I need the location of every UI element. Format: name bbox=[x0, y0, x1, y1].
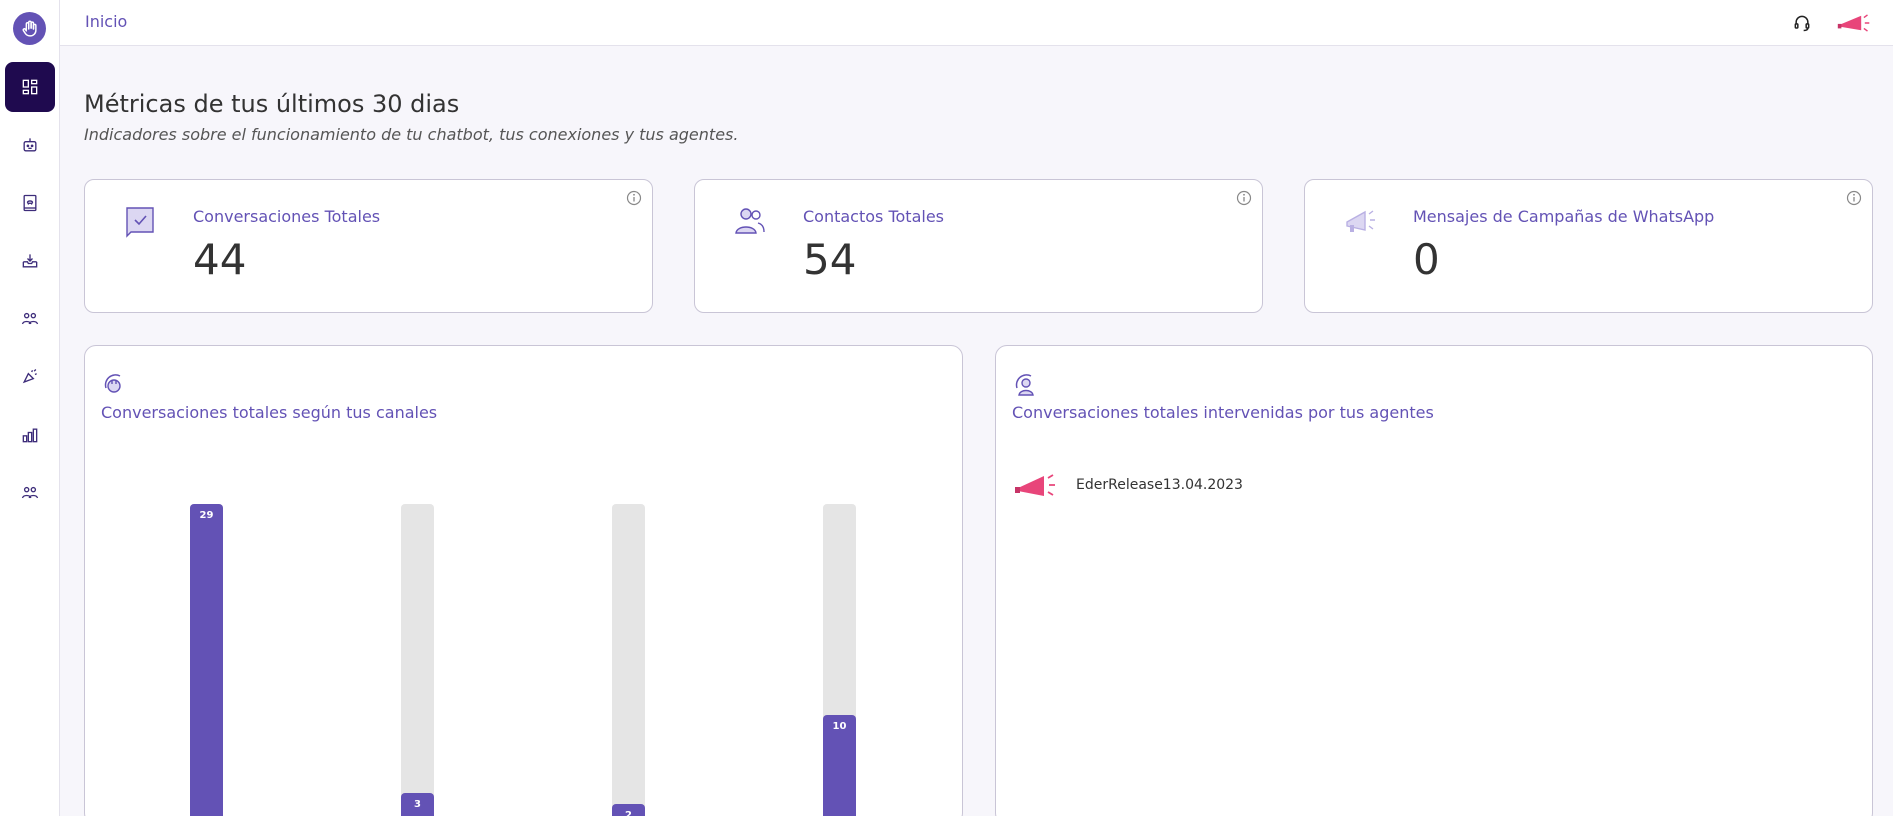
page-subtitle: Indicadores sobre el funcionamiento de t… bbox=[84, 125, 739, 144]
panel-title: Conversaciones totales intervenidas por … bbox=[1012, 403, 1434, 422]
bot-icon bbox=[23, 138, 37, 152]
users-icon bbox=[735, 208, 765, 234]
sidebar-item-dashboard[interactable] bbox=[5, 62, 55, 112]
bar-track bbox=[401, 504, 434, 816]
bar-track bbox=[612, 504, 645, 816]
stat-value: 0 bbox=[1413, 235, 1440, 284]
sidebar-item-reports[interactable] bbox=[5, 410, 55, 460]
campaign-icon bbox=[22, 369, 37, 384]
agent-user-icon bbox=[1015, 374, 1034, 396]
sidebar-item-team[interactable] bbox=[5, 468, 55, 518]
dashboard-icon bbox=[22, 79, 38, 95]
stat-label: Contactos Totales bbox=[803, 207, 945, 226]
megaphone-brand-icon[interactable] bbox=[1834, 8, 1874, 38]
sidebar bbox=[0, 0, 60, 816]
stat-value: 54 bbox=[803, 235, 857, 284]
sidebar-item-inbox[interactable] bbox=[5, 236, 55, 286]
sidebar-item-agents[interactable] bbox=[5, 294, 55, 344]
sidebar-item-contacts[interactable] bbox=[5, 178, 55, 228]
chat-check-icon bbox=[126, 207, 154, 238]
agent-name: EderRelease13.04.2023 bbox=[1076, 477, 1243, 493]
info-icon[interactable] bbox=[626, 190, 642, 206]
hand-logo-icon[interactable] bbox=[13, 12, 46, 45]
bar-value-label: 29 bbox=[199, 510, 214, 521]
agent-row[interactable]: EderRelease13.04.2023 8 bbox=[1012, 468, 1893, 508]
contacts-book-icon bbox=[23, 194, 37, 212]
bar[interactable] bbox=[190, 504, 223, 816]
info-icon[interactable] bbox=[1236, 190, 1252, 206]
agents-panel: Conversaciones totales intervenidas por … bbox=[995, 345, 1873, 816]
stat-value: 44 bbox=[193, 235, 247, 284]
bar-value-label: 3 bbox=[414, 798, 421, 810]
breadcrumb[interactable]: Inicio bbox=[85, 12, 127, 31]
info-icon[interactable] bbox=[1846, 190, 1862, 206]
bar-value-label: 10 bbox=[832, 720, 847, 732]
support-headset-icon[interactable] bbox=[1786, 8, 1818, 38]
agents-icon bbox=[21, 312, 39, 325]
sidebar-item-campaigns[interactable] bbox=[5, 352, 55, 402]
megaphone-icon bbox=[1346, 210, 1375, 232]
page-title: Métricas de tus últimos 30 dias bbox=[84, 90, 460, 118]
stat-card-campaign-messages: Mensajes de Campañas de WhatsApp 0 bbox=[1304, 179, 1873, 313]
stat-card-contacts: Contactos Totales 54 bbox=[694, 179, 1263, 313]
stat-label: Conversaciones Totales bbox=[193, 207, 381, 226]
inbox-icon bbox=[22, 254, 38, 268]
channels-panel: Conversaciones totales según tus canales… bbox=[84, 345, 963, 816]
stat-card-conversations: Conversaciones Totales 44 bbox=[84, 179, 653, 313]
channels-bar-chart: 29 3 2 10 bbox=[85, 346, 964, 816]
agent-megaphone-avatar bbox=[1015, 474, 1055, 496]
bar-chart-icon bbox=[22, 428, 38, 443]
top-bar: Inicio bbox=[60, 0, 1893, 46]
stat-label: Mensajes de Campañas de WhatsApp bbox=[1413, 207, 1715, 226]
bar-value-label: 2 bbox=[625, 809, 632, 816]
sidebar-item-bot[interactable] bbox=[5, 120, 55, 170]
team-icon bbox=[21, 486, 39, 499]
